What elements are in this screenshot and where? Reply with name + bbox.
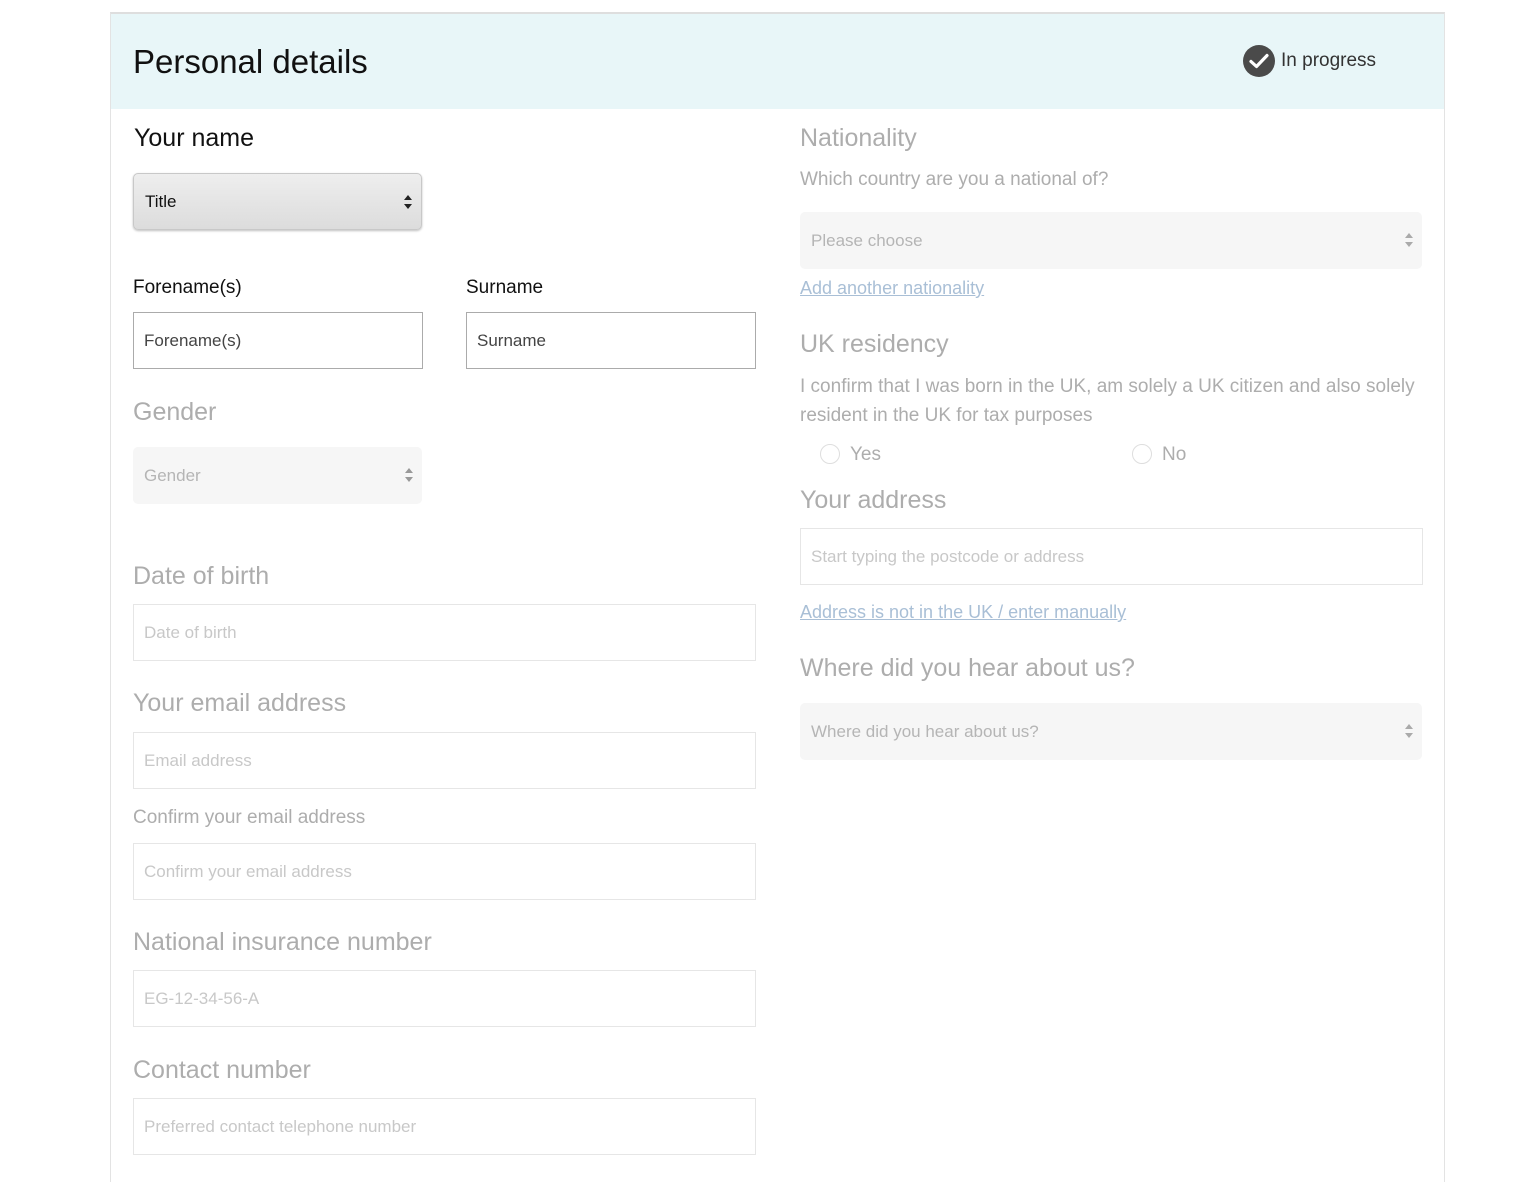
email-input[interactable]: Email address (133, 732, 756, 789)
residency-yes-option[interactable]: Yes (820, 444, 881, 464)
forename-placeholder: Forename(s) (144, 330, 242, 350)
address-placeholder: Start typing the postcode or address (811, 546, 1085, 566)
yes-label: Yes (850, 443, 881, 465)
hear-select[interactable]: Where did you hear about us? (800, 703, 1422, 760)
address-input[interactable]: Start typing the postcode or address (800, 528, 1423, 585)
gender-select-value: Gender (144, 465, 201, 485)
email-heading: Your email address (133, 689, 347, 717)
no-radio[interactable] (1132, 444, 1152, 464)
select-arrows-icon (404, 195, 412, 209)
select-arrows-icon (1405, 724, 1413, 738)
address-manual-link[interactable]: Address is not in the UK / enter manuall… (800, 603, 1126, 621)
residency-no-option[interactable]: No (1132, 444, 1186, 464)
address-heading: Your address (800, 486, 947, 514)
hear-select-value: Where did you hear about us? (811, 721, 1039, 741)
contact-input[interactable]: Preferred contact telephone number (133, 1098, 756, 1155)
confirm-email-input[interactable]: Confirm your email address (133, 843, 756, 900)
nationality-question: Which country are you a national of? (800, 169, 1109, 190)
contact-heading: Contact number (133, 1056, 311, 1084)
hear-heading: Where did you hear about us? (800, 654, 1135, 682)
forename-label: Forename(s) (133, 277, 242, 298)
title-select[interactable]: Title (133, 173, 422, 230)
email-placeholder: Email address (144, 750, 252, 770)
status-badge: In progress (1243, 45, 1376, 77)
yes-radio[interactable] (820, 444, 840, 464)
residency-heading: UK residency (800, 330, 949, 358)
no-label: No (1162, 443, 1187, 465)
add-nationality-link[interactable]: Add another nationality (800, 279, 984, 297)
gender-select[interactable]: Gender (133, 447, 422, 504)
check-circle-icon (1243, 45, 1275, 77)
residency-text: I confirm that I was born in the UK, am … (800, 376, 1415, 426)
surname-label: Surname (466, 277, 544, 298)
select-arrows-icon (1405, 233, 1413, 247)
dob-heading: Date of birth (133, 562, 270, 590)
ni-placeholder: EG-12-34-56-A (144, 988, 260, 1008)
dob-placeholder: Date of birth (144, 622, 237, 642)
surname-placeholder: Surname (477, 330, 546, 350)
nationality-heading: Nationality (800, 124, 917, 152)
surname-input[interactable]: Surname (466, 312, 756, 369)
select-arrows-icon (405, 468, 413, 482)
forename-input[interactable]: Forename(s) (133, 312, 423, 369)
nationality-select[interactable]: Please choose (800, 212, 1422, 269)
confirm-email-label: Confirm your email address (133, 807, 366, 828)
ni-heading: National insurance number (133, 928, 432, 956)
section-header: Personal details In progress (111, 14, 1444, 109)
page-title: Personal details (133, 43, 368, 80)
nationality-select-value: Please choose (811, 230, 923, 250)
contact-placeholder: Preferred contact telephone number (144, 1116, 417, 1136)
ni-input[interactable]: EG-12-34-56-A (133, 970, 756, 1027)
title-select-value: Title (145, 191, 177, 211)
confirm-email-placeholder: Confirm your email address (144, 861, 352, 881)
gender-heading: Gender (133, 398, 217, 426)
your-name-heading: Your name (134, 124, 254, 152)
dob-input[interactable]: Date of birth (133, 604, 756, 661)
status-label: In progress (1281, 50, 1377, 71)
